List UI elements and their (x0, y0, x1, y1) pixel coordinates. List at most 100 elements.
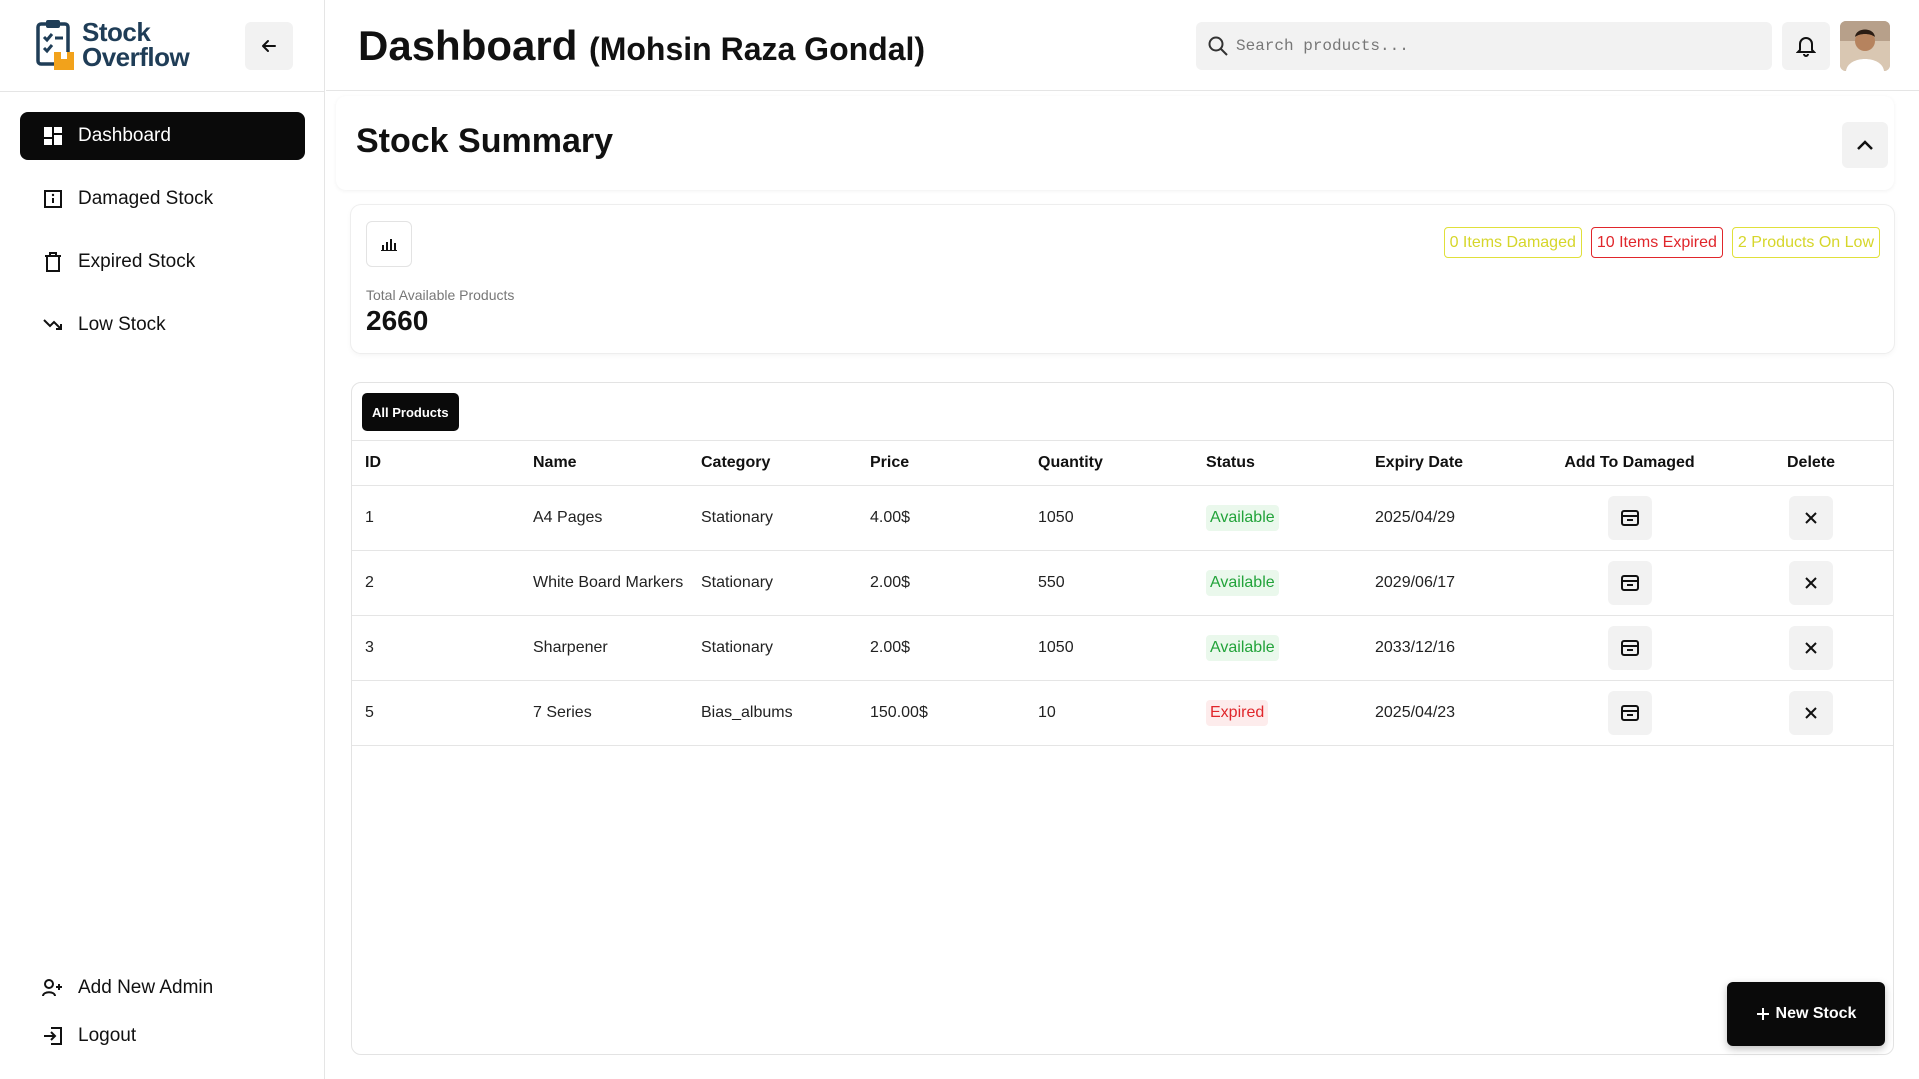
add-to-damaged-button[interactable] (1607, 496, 1652, 540)
sidebar-item-logout[interactable]: Logout (20, 1012, 305, 1060)
delete-button[interactable] (1789, 561, 1833, 605)
table-row: 5 7 Series Bias_albums 150.00$ 10 Expired 2025… (352, 681, 1893, 746)
user-avatar-icon (1840, 21, 1890, 71)
new-stock-button[interactable]: New Stock (1727, 982, 1885, 1046)
cell-category: Stationary (701, 639, 774, 656)
archive-icon (1620, 510, 1639, 526)
close-icon (1805, 707, 1817, 719)
cell-name: 7 Series (533, 704, 592, 721)
damaged-badge: 0 Items Damaged (1443, 227, 1582, 258)
delete-button[interactable] (1789, 626, 1833, 670)
column-header: Expiry Date (1375, 454, 1464, 471)
cell-quantity: 550 (1038, 574, 1065, 591)
sidebar-item-label: Logout (78, 1025, 137, 1046)
total-available-value: 2660 (366, 305, 429, 336)
delete-button[interactable] (1789, 691, 1833, 735)
summary-badges: 0 Items Damaged 10 Items Expired 2 Produ… (1443, 227, 1880, 258)
brand-name: Stock Overflow (82, 19, 190, 70)
logout-icon (42, 1025, 64, 1047)
sidebar-item-expired-stock[interactable]: Expired Stock (20, 238, 305, 286)
grid-icon (42, 125, 64, 147)
cell-price: 2.00$ (870, 639, 911, 656)
trash-icon (42, 251, 64, 273)
column-header: Price (870, 454, 910, 471)
sidebar-item-low-stock[interactable]: Low Stock (20, 301, 305, 349)
archive-icon (1620, 705, 1639, 721)
avatar[interactable] (1840, 21, 1890, 71)
cell-status: Available (1193, 505, 1362, 531)
stats-card: Total Available Products 2660 0 Items Da… (351, 205, 1894, 353)
top-header: Dashboard (Mohsin Raza Gondal) (326, 0, 1919, 91)
clipboard-box-icon (36, 20, 74, 70)
delete-button[interactable] (1789, 496, 1833, 540)
sidebar-item-dashboard[interactable]: Dashboard (20, 112, 305, 160)
cell-price: 4.00$ (870, 509, 911, 526)
column-header: ID (365, 454, 381, 471)
stock-summary-header: Stock Summary (336, 96, 1894, 190)
cell-quantity: 10 (1038, 704, 1056, 721)
cell-status: Expired (1193, 700, 1362, 726)
bar-chart-icon (381, 239, 397, 251)
column-header: Delete (1786, 454, 1836, 471)
close-icon (1805, 577, 1817, 589)
column-header: Quantity (1038, 454, 1103, 471)
cell-id: 3 (365, 639, 374, 656)
sidebar-item-label: Damaged Stock (78, 188, 214, 209)
add-to-damaged-button[interactable] (1607, 626, 1652, 670)
add-to-damaged-button[interactable] (1607, 561, 1652, 605)
add-to-damaged-button[interactable] (1607, 691, 1652, 735)
sidebar-item-label: Dashboard (78, 125, 171, 146)
cell-expiry: 2025/04/29 (1375, 509, 1456, 526)
cell-delete (1729, 691, 1893, 735)
sidebar-item-add-new-admin[interactable]: Add New Admin (20, 964, 305, 1012)
cell-name: A4 Pages (533, 509, 603, 526)
cell-status: Available (1193, 570, 1362, 596)
column-header: Status (1206, 454, 1255, 471)
search-icon (1208, 36, 1228, 56)
search-input[interactable] (1234, 36, 1758, 56)
page-subtitle: (Mohsin Raza Gondal) (589, 31, 926, 67)
brand[interactable]: Stock Overflow (34, 18, 190, 72)
cell-name: Sharpener (533, 639, 608, 656)
column-header: Name (533, 454, 577, 471)
bell-icon (1796, 37, 1816, 57)
cell-add-to-damaged (1530, 561, 1729, 605)
column-header: Add To Damaged (1564, 454, 1695, 471)
notifications-button[interactable] (1782, 22, 1830, 70)
user-plus-icon (42, 977, 64, 999)
sidebar-item-damaged-stock[interactable]: Damaged Stock (20, 175, 305, 223)
summary-collapse-button[interactable] (1842, 122, 1888, 168)
search-bar (1196, 22, 1772, 70)
status-badge: Available (1206, 505, 1279, 531)
chart-button[interactable] (366, 221, 412, 267)
products-table-card: All Products ID Name Category Price Quan… (351, 382, 1894, 1055)
trending-down-icon (42, 314, 64, 336)
cell-category: Stationary (701, 509, 774, 526)
cell-delete (1729, 561, 1893, 605)
close-icon (1805, 512, 1817, 524)
cell-quantity: 1050 (1038, 639, 1074, 656)
close-icon (1805, 642, 1817, 654)
cell-add-to-damaged (1530, 496, 1729, 540)
cell-id: 1 (365, 509, 374, 526)
sidebar-item-label: Add New Admin (78, 977, 214, 998)
column-header: Category (701, 454, 771, 471)
page-title-text: Dashboard (358, 22, 578, 69)
table-row: 3 Sharpener Stationary 2.00$ 1050 Available 20… (352, 616, 1893, 681)
info-square-icon (42, 188, 64, 210)
status-badge: Available (1206, 635, 1279, 661)
stock-summary-title: Stock Summary (356, 122, 613, 160)
plus-icon (1756, 1008, 1769, 1020)
total-available-label: Total Available Products (366, 287, 515, 303)
cell-quantity: 1050 (1038, 509, 1074, 526)
arrow-left-icon (262, 40, 276, 52)
products-table: ID Name Category Price Quantity Status E… (352, 440, 1893, 746)
sidebar-divider (0, 91, 325, 92)
collapse-sidebar-button[interactable] (245, 22, 293, 70)
cell-add-to-damaged (1530, 626, 1729, 670)
tab-all-products[interactable]: All Products (362, 393, 459, 431)
cell-status: Available (1193, 635, 1362, 661)
sidebar-item-label: Low Stock (78, 314, 166, 335)
cell-name: White Board Markers (533, 574, 684, 591)
cell-add-to-damaged (1530, 691, 1729, 735)
